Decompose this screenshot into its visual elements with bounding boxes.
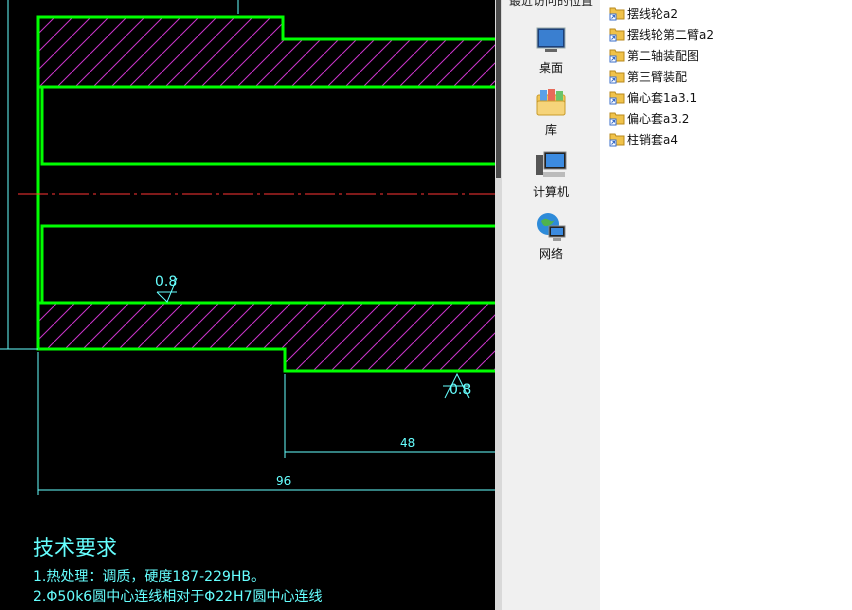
folder-shortcut-icon (609, 7, 625, 21)
folder-shortcut-icon (609, 133, 625, 147)
nav-item-network[interactable]: 网络 (502, 211, 600, 269)
hatch-top (38, 17, 495, 87)
dimension-96: 96 (276, 474, 292, 488)
file-name: 摆线轮第二臂a2 (627, 28, 714, 42)
file-name: 第三臂装配 (627, 70, 688, 84)
network-icon (537, 213, 566, 241)
nav-item-computer[interactable]: 计算机 (502, 149, 600, 207)
list-item[interactable]: 摆线轮第二臂a2 (609, 24, 849, 44)
cad-drawing-canvas[interactable]: 0.8 0.8 48 96 技术要求 1.热处理：调质，硬度187-229HB。… (0, 0, 495, 610)
nav-item-library[interactable]: 库 (502, 87, 600, 145)
list-item[interactable]: 柱销套a4 (609, 129, 849, 149)
cad-drawing (0, 0, 495, 495)
computer-icon (536, 151, 567, 177)
file-name: 偏心套a3.2 (627, 112, 690, 126)
tech-requirements-title: 技术要求 (33, 536, 117, 560)
folder-shortcut-icon (609, 28, 625, 42)
file-name: 摆线轮a2 (627, 7, 678, 21)
nav-item-desktop[interactable]: 桌面 (502, 25, 600, 83)
scrollbar-thumb[interactable] (496, 0, 501, 178)
roughness-label-top: 0.8 (155, 274, 178, 290)
nav-item-label: 网络 (538, 247, 563, 261)
folder-shortcut-icon (609, 70, 625, 84)
hatch-bottom (38, 303, 495, 371)
file-name: 偏心套1a3.1 (627, 91, 698, 105)
desktop-icon (536, 27, 566, 52)
folder-shortcut-icon (609, 112, 625, 126)
vertical-scrollbar[interactable] (495, 0, 502, 610)
nav-item-label: 库 (544, 123, 557, 137)
navigation-pane: 最近访问的位置 桌面 库 计算机 网络 (502, 0, 600, 610)
file-name: 第二轴装配图 (627, 49, 700, 63)
tech-requirement-line-2: 2.Φ50k6圆中心连线相对于Φ22H7圆中心连线 (33, 589, 323, 605)
list-item[interactable]: 偏心套a3.2 (609, 108, 849, 128)
list-item[interactable]: 摆线轮a2 (609, 3, 849, 23)
list-item[interactable]: 第二轴装配图 (609, 45, 849, 65)
dimension-48: 48 (400, 436, 416, 450)
tech-requirement-line-1: 1.热处理：调质，硬度187-229HB。 (33, 569, 265, 585)
nav-item-label: 计算机 (532, 185, 569, 199)
list-item[interactable]: 第三臂装配 (609, 66, 849, 86)
file-list: 摆线轮a2 摆线轮第二臂a2 第二轴装配图 第三臂装配 偏心套1a3.1 偏心套… (600, 0, 852, 610)
recent-places-label[interactable]: 最近访问的位置 (502, 0, 600, 9)
folder-shortcut-icon (609, 49, 625, 63)
roughness-label-bottom: 0.8 (449, 382, 472, 398)
library-icon (536, 89, 566, 116)
file-name: 柱销套a4 (627, 133, 678, 147)
folder-shortcut-icon (609, 91, 625, 105)
nav-item-label: 桌面 (538, 61, 563, 75)
list-item[interactable]: 偏心套1a3.1 (609, 87, 849, 107)
